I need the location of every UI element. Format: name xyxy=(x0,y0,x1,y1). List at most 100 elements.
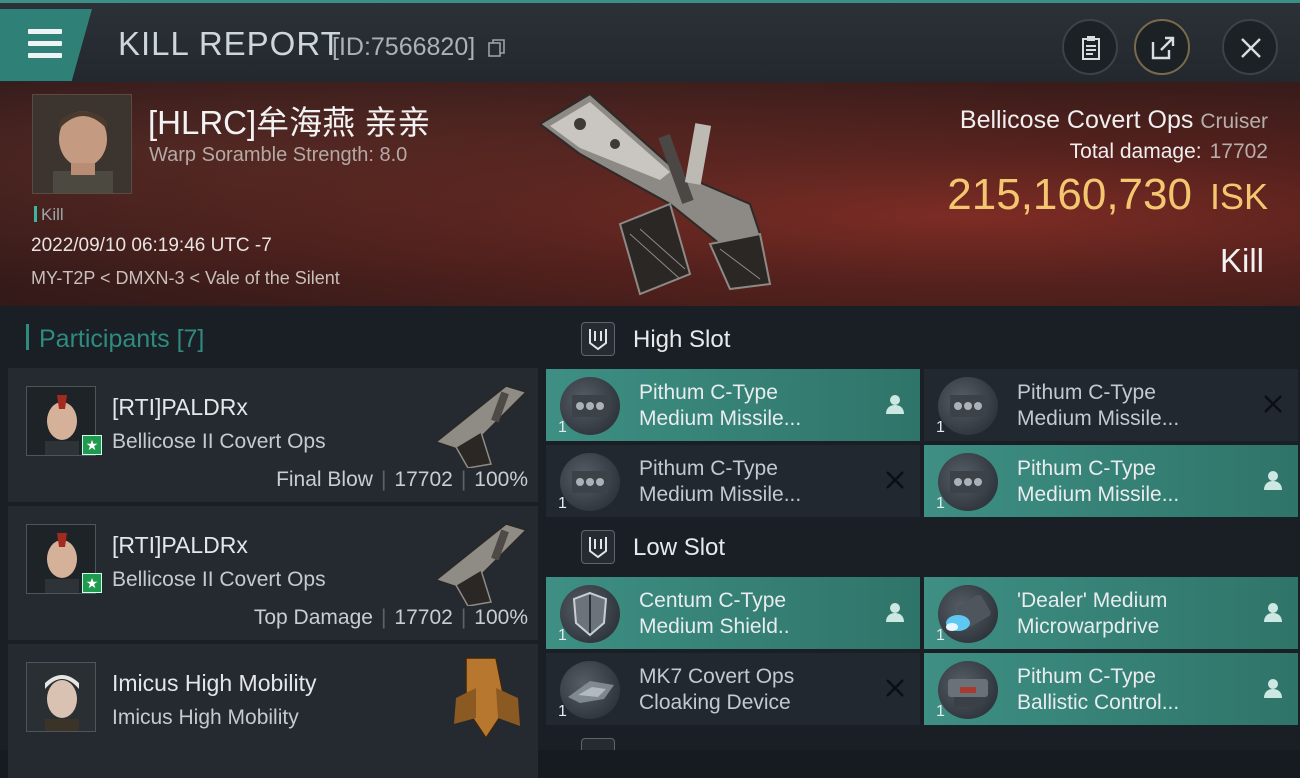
isk-amount: 215,160,730 xyxy=(947,170,1192,219)
module-name: Pithum C-Type xyxy=(1017,665,1156,688)
hamburger-icon xyxy=(28,41,62,46)
person-icon xyxy=(886,603,904,622)
participant-ship-icon xyxy=(434,523,528,606)
module-quantity: 1 xyxy=(558,419,567,436)
module-name-line2: Medium Missile... xyxy=(1017,483,1180,506)
module-name-line2: Microwarpdrive xyxy=(1017,615,1160,638)
person-icon xyxy=(886,395,904,414)
share-button[interactable] xyxy=(1134,19,1190,75)
isk-unit: ISK xyxy=(1209,176,1268,217)
missile-launcher-icon xyxy=(560,453,620,511)
module-tile[interactable]: 1 Pithum C-Type Medium Missile... xyxy=(546,445,920,517)
clipboard-button[interactable] xyxy=(1062,19,1118,75)
divider: | xyxy=(380,606,387,629)
module-quantity: 1 xyxy=(936,419,945,436)
divider: | xyxy=(460,606,467,629)
module-name: 'Dealer' Medium xyxy=(1017,589,1168,612)
participants-header: Participants [7] xyxy=(26,324,204,354)
participants-count: [7] xyxy=(176,325,205,353)
share-icon xyxy=(1151,36,1175,60)
participants-panel: Participants [7] ★ [RTI]PALDRx Bellicose… xyxy=(0,306,541,778)
next-slot-header-partial xyxy=(561,738,961,750)
person-icon xyxy=(1264,471,1282,490)
participants-marker xyxy=(26,324,29,350)
kill-location: MY-T2P < DMXN-3 < Vale of the Silent xyxy=(31,268,340,288)
participant-stats: Top Damage | 17702 | 100% xyxy=(254,606,528,630)
module-name: Pithum C-Type xyxy=(1017,457,1156,480)
total-damage: Total damage: 17702 xyxy=(1070,140,1268,164)
kill-tag-marker xyxy=(34,206,37,222)
missile-launcher-icon xyxy=(938,453,998,511)
isk-value: 215,160,730 ISK xyxy=(947,170,1268,220)
hamburger-icon xyxy=(28,29,62,34)
high-slot-header: High Slot xyxy=(561,322,961,362)
divider: | xyxy=(380,468,387,491)
low-slot-header: Low Slot xyxy=(561,530,961,570)
module-tile[interactable]: 1 Pithum C-Type Medium Missile... xyxy=(924,369,1298,441)
module-tile[interactable]: 1 Centum C-Type Medium Shield.. xyxy=(546,577,920,649)
module-quantity: 1 xyxy=(558,627,567,644)
victim-ship[interactable]: Bellicose Covert Ops Cruiser xyxy=(960,106,1268,135)
module-name: Pithum C-Type xyxy=(639,381,778,404)
participant-row[interactable]: ★ [RTI]PALDRx Bellicose II Covert Ops Fi… xyxy=(8,368,538,502)
page-title: KILL REPORT xyxy=(118,25,342,62)
low-slot-title: Low Slot xyxy=(633,534,726,561)
module-name-line2: Medium Shield.. xyxy=(639,615,790,638)
menu-button[interactable] xyxy=(0,9,92,81)
missile-launcher-icon xyxy=(560,377,620,435)
participant-role: Top Damage xyxy=(253,606,373,629)
module-name-line2: Medium Missile... xyxy=(1017,407,1180,430)
participant-ship: Imicus High Mobility xyxy=(112,706,299,729)
participant-portrait xyxy=(26,662,96,732)
shield-icon xyxy=(560,585,620,643)
module-tile[interactable]: 1 Pithum C-Type Medium Missile... xyxy=(924,445,1298,517)
total-damage-label: Total damage: xyxy=(1069,140,1202,163)
victim-ship-name: Bellicose Covert Ops xyxy=(959,106,1194,134)
destroyed-x-icon xyxy=(886,679,904,697)
participant-damage: 17702 xyxy=(394,468,453,491)
kill-tag-label: Kill xyxy=(41,205,64,224)
participant-row[interactable]: Imicus High Mobility Imicus High Mobilit… xyxy=(8,644,538,778)
participant-ship: Bellicose II Covert Ops xyxy=(112,568,326,591)
participants-label: Participants xyxy=(39,325,170,353)
participant-percent: 100% xyxy=(474,468,528,491)
high-slot-title: High Slot xyxy=(633,326,731,353)
module-name-line2: Ballistic Control... xyxy=(1017,691,1180,714)
copy-icon[interactable] xyxy=(488,39,506,57)
module-name: MK7 Covert Ops xyxy=(639,665,795,688)
module-tile[interactable]: 1 Pithum C-Type Medium Missile... xyxy=(546,369,920,441)
module-tile[interactable]: 1 Pithum C-Type Ballistic Control... xyxy=(924,653,1298,725)
module-quantity: 1 xyxy=(558,495,567,512)
participant-percent: 100% xyxy=(474,606,528,629)
close-icon xyxy=(1241,38,1261,58)
module-tile[interactable]: 1 MK7 Covert Ops Cloaking Device xyxy=(546,653,920,725)
total-damage-value: 17702 xyxy=(1209,140,1268,163)
star-icon: ★ xyxy=(82,435,102,455)
participant-name: [RTI]PALDRx xyxy=(112,532,248,558)
participant-ship: Bellicose II Covert Ops xyxy=(112,430,326,453)
module-name: Pithum C-Type xyxy=(1017,381,1156,404)
module-quantity: 1 xyxy=(558,703,567,720)
participant-stats: Final Blow | 17702 | 100% xyxy=(276,468,528,492)
cloak-icon xyxy=(560,661,620,719)
kill-tag: Kill xyxy=(34,205,64,225)
victim-portrait[interactable] xyxy=(32,94,132,194)
participant-row[interactable]: ★ [RTI]PALDRx Bellicose II Covert Ops To… xyxy=(8,506,538,640)
close-button[interactable] xyxy=(1222,19,1278,75)
person-icon xyxy=(1264,679,1282,698)
victim-ship-class: Cruiser xyxy=(1200,110,1268,133)
module-name-line2: Medium Missile... xyxy=(639,483,802,506)
participant-ship-icon xyxy=(434,385,528,468)
low-slot-icon xyxy=(581,530,615,564)
slot-icon xyxy=(581,738,615,750)
victim-summary: [HLRC]牟海燕 亲亲 Warp Soramble Strength: 8.0… xyxy=(0,82,1300,306)
module-tile[interactable]: 1 'Dealer' Medium Microwarpdrive xyxy=(924,577,1298,649)
person-icon xyxy=(1264,603,1282,622)
microwarpdrive-icon xyxy=(938,585,998,643)
module-name: Centum C-Type xyxy=(639,589,787,612)
star-icon: ★ xyxy=(82,573,102,593)
victim-name[interactable]: [HLRC]牟海燕 亲亲 xyxy=(148,96,430,144)
kill-timestamp: 2022/09/10 06:19:46 UTC -7 xyxy=(31,235,272,256)
module-name-line2: Medium Missile... xyxy=(639,407,802,430)
module-quantity: 1 xyxy=(936,627,945,644)
